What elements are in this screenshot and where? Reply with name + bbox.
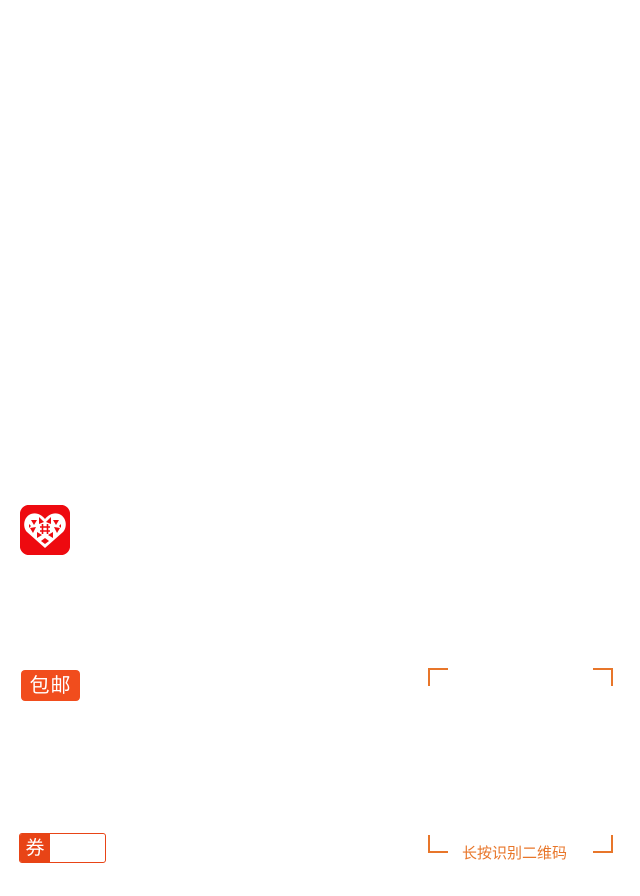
app-logo-icon — [20, 505, 70, 555]
coupon-tag: 券 — [19, 833, 106, 863]
qr-scan-hint: 长按识别二维码 — [462, 844, 568, 862]
qr-corner-bottom-left — [428, 835, 448, 853]
qr-corner-top-left — [428, 668, 448, 686]
qr-code-frame[interactable] — [428, 668, 613, 853]
qr-corner-top-right — [593, 668, 613, 686]
qr-corner-bottom-right — [593, 835, 613, 853]
free-shipping-badge: 包邮 — [21, 670, 80, 701]
coupon-mark: 券 — [20, 834, 50, 862]
product-image-area — [0, 0, 640, 490]
coupon-value — [50, 834, 105, 862]
